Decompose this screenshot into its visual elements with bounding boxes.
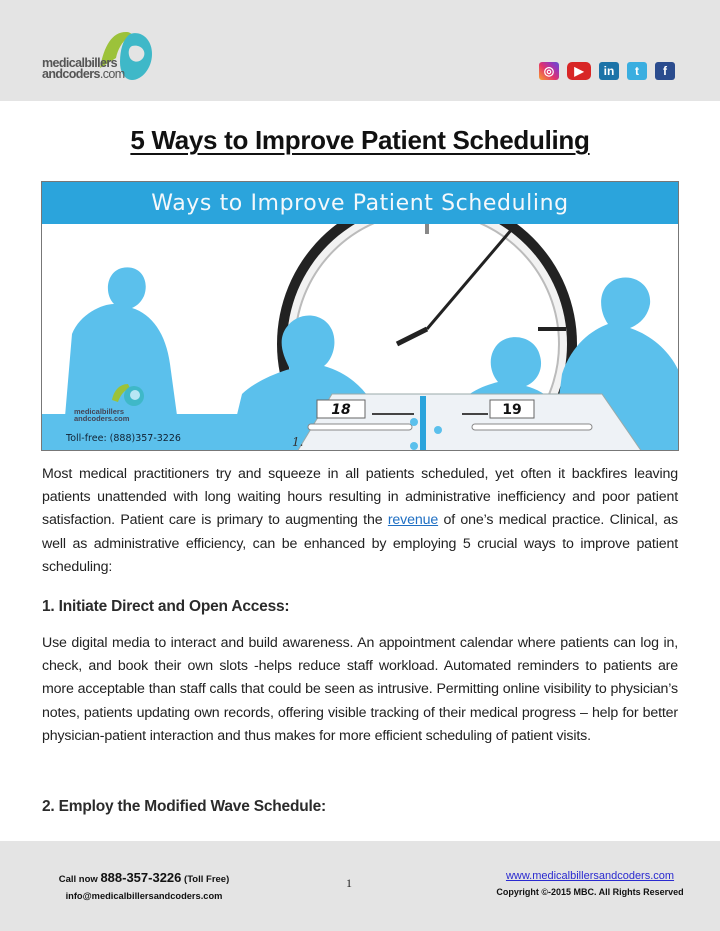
section-heading-1: 1. Initiate Direct and Open Access: <box>42 598 290 615</box>
section-body-1: Use digital media to interact and build … <box>42 635 678 744</box>
footer-contact: Call now 888-357-3226 (Toll Free) info@m… <box>56 870 232 904</box>
website-link[interactable]: www.medicalbillersandcoders.com <box>492 868 688 884</box>
logo-wordmark: medicalbillers andcoders.com <box>42 57 125 81</box>
footer-phone[interactable]: 888-357-3226 <box>100 870 181 885</box>
calendar-note: 1. <box>292 435 303 449</box>
footer-site: www.medicalbillersandcoders.com Copyrigh… <box>492 868 688 900</box>
footer-call-suffix: (Toll Free) <box>181 874 230 885</box>
youtube-icon[interactable]: ▶ <box>567 62 591 80</box>
site-logo[interactable]: medicalbillers andcoders.com <box>40 28 160 86</box>
section-heading-2: 2. Employ the Modified Wave Schedule: <box>42 798 326 815</box>
footer-email[interactable]: info@medicalbillersandcoders.com <box>56 888 232 904</box>
hero-illustration: 18 19 1. <box>42 224 678 450</box>
logo-suffix: .com <box>99 67 125 81</box>
hero-tollfree: Toll-free: (888)357-3226 <box>66 433 181 444</box>
page-title: 5 Ways to Improve Patient Scheduling <box>130 125 590 155</box>
twitter-icon[interactable]: t <box>627 62 647 80</box>
social-links: ◎ ▶ in t f <box>539 62 675 82</box>
revenue-link[interactable]: revenue <box>388 512 438 528</box>
calendar-day-left: 18 <box>331 402 351 418</box>
page-number: 1 <box>346 876 352 890</box>
hero-logo-line-2: andcoders.com <box>74 414 130 423</box>
logo-line-2: andcoders <box>42 67 100 81</box>
hero-banner: Ways to Improve Patient Scheduling <box>42 182 678 224</box>
footer-call-prefix: Call now <box>58 874 101 885</box>
copyright: Copyright ©-2015 MBC. All Rights Reserve… <box>496 887 684 897</box>
instagram-icon[interactable]: ◎ <box>539 62 559 80</box>
hero-banner-text: Ways to Improve Patient Scheduling <box>151 190 569 216</box>
hero-image: Ways to Improve Patient Scheduling 18 19… <box>41 181 679 451</box>
hero-logo-text: medicalbillers andcoders.com <box>74 408 130 423</box>
facebook-icon[interactable]: f <box>655 62 675 80</box>
intro-paragraph: Most medical practitioners try and squee… <box>42 463 678 579</box>
calendar-day-right: 19 <box>502 402 521 418</box>
linkedin-icon[interactable]: in <box>599 62 619 80</box>
